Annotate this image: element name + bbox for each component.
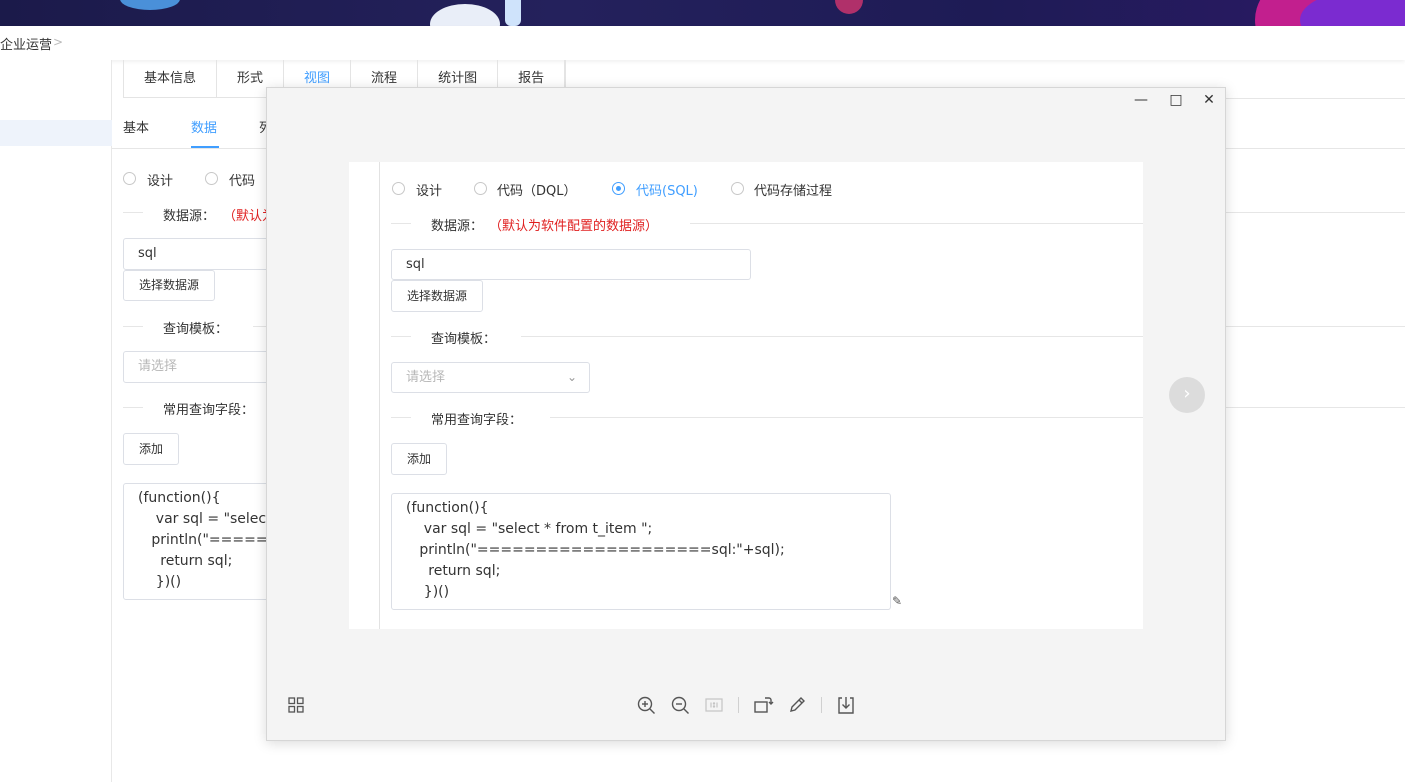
code-editor[interactable]: (function(){ var sql = "select println("… — [123, 483, 273, 600]
actual-size-icon[interactable] — [703, 694, 725, 716]
subtab-data[interactable]: 数据 — [191, 117, 217, 136]
banner-rocket-art — [505, 0, 521, 26]
edit-icon[interactable] — [786, 694, 808, 716]
banner-swirl-art — [1300, 0, 1405, 26]
banner-planet-art — [835, 0, 863, 14]
divider — [1225, 326, 1405, 327]
divider — [123, 326, 143, 327]
divider — [253, 326, 267, 327]
radio-code-label: 代码 — [229, 174, 256, 189]
code-line: })() — [138, 574, 182, 590]
chevron-down-icon: ⌄ — [566, 370, 577, 384]
image-preview-modal: — □ ✕ 设计 代码（DQL） 代码(SQL) 代码存储过程 数据源： （默认… — [266, 87, 1226, 741]
tab-basic-info[interactable]: 基本信息 — [124, 60, 218, 97]
datasource-input[interactable]: sql — [123, 238, 273, 270]
add-button[interactable]: 添加 — [391, 443, 447, 475]
preview-image: 设计 代码（DQL） 代码(SQL) 代码存储过程 数据源： （默认为软件配置的… — [349, 162, 1143, 629]
datasource-label: 数据源： — [163, 209, 216, 224]
divider — [379, 162, 380, 629]
divider — [521, 336, 1143, 337]
query-template-select[interactable]: 请选择 ⌄ — [391, 362, 590, 393]
datasource-input[interactable]: sql — [391, 249, 751, 280]
radio-code-dql[interactable] — [474, 181, 487, 196]
divider — [123, 212, 143, 213]
grid-icon[interactable] — [285, 694, 307, 716]
radio-design[interactable] — [392, 181, 405, 196]
edit-code-icon[interactable]: ✎ — [892, 594, 902, 608]
download-icon[interactable] — [835, 694, 857, 716]
divider — [391, 417, 411, 418]
sidebar-item-active[interactable] — [0, 120, 112, 146]
common-fields-label: 常用查询字段： — [431, 413, 523, 428]
divider — [123, 407, 143, 408]
breadcrumb-item[interactable]: 企业运营 — [0, 34, 52, 53]
common-fields-label: 常用查询字段： — [163, 403, 255, 418]
choose-datasource-button[interactable]: 选择数据源 — [391, 280, 483, 312]
divider — [690, 223, 1143, 224]
radio-design[interactable] — [123, 171, 136, 186]
header-banner — [0, 0, 1405, 26]
query-template-select[interactable]: 请选择 — [123, 351, 273, 383]
banner-logo-art — [120, 0, 180, 10]
divider — [391, 336, 411, 337]
datasource-label: 数据源： — [431, 219, 484, 234]
divider — [1225, 212, 1405, 213]
divider — [1225, 407, 1405, 408]
code-line: var sql = "select — [138, 511, 272, 527]
divider — [391, 223, 411, 224]
radio-code-procedure-label: 代码存储过程 — [754, 184, 833, 199]
subtab-basic[interactable]: 基本 — [123, 117, 149, 136]
code-line: println("======= — [151, 532, 272, 548]
sidebar — [0, 60, 112, 782]
zoom-out-icon[interactable] — [669, 694, 691, 716]
breadcrumb: 企业运营 > — [0, 26, 1405, 60]
toolbar-separator — [821, 697, 822, 713]
minimize-icon[interactable]: — — [1131, 92, 1151, 108]
radio-code-sql[interactable] — [612, 181, 625, 196]
choose-datasource-button[interactable]: 选择数据源 — [123, 270, 215, 301]
code-line: (function(){ — [138, 490, 221, 506]
zoom-in-icon[interactable] — [635, 694, 657, 716]
code-line: return sql; — [138, 553, 233, 569]
code-editor[interactable]: (function(){ var sql = "select * from t_… — [391, 493, 891, 610]
radio-code-sql-label: 代码(SQL) — [636, 184, 698, 199]
query-template-label: 查询模板： — [163, 322, 229, 337]
banner-cloud-art — [430, 4, 500, 26]
chevron-right-icon: > — [53, 35, 64, 49]
rotate-icon[interactable] — [752, 694, 774, 716]
datasource-note: （默认为软件配置的数据源） — [489, 219, 659, 234]
radio-code[interactable] — [205, 171, 218, 186]
next-image-button[interactable]: › — [1169, 377, 1205, 413]
maximize-icon[interactable]: □ — [1166, 92, 1186, 108]
close-icon[interactable]: ✕ — [1199, 92, 1219, 108]
radio-design-label: 设计 — [147, 174, 174, 189]
toolbar-separator — [738, 697, 739, 713]
query-template-label: 查询模板： — [431, 332, 497, 347]
query-template-placeholder: 请选择 — [406, 370, 446, 385]
divider — [550, 417, 1143, 418]
add-button[interactable]: 添加 — [123, 433, 179, 465]
radio-design-label: 设计 — [416, 184, 443, 199]
radio-code-dql-label: 代码（DQL） — [497, 184, 577, 199]
radio-code-procedure[interactable] — [731, 181, 744, 196]
